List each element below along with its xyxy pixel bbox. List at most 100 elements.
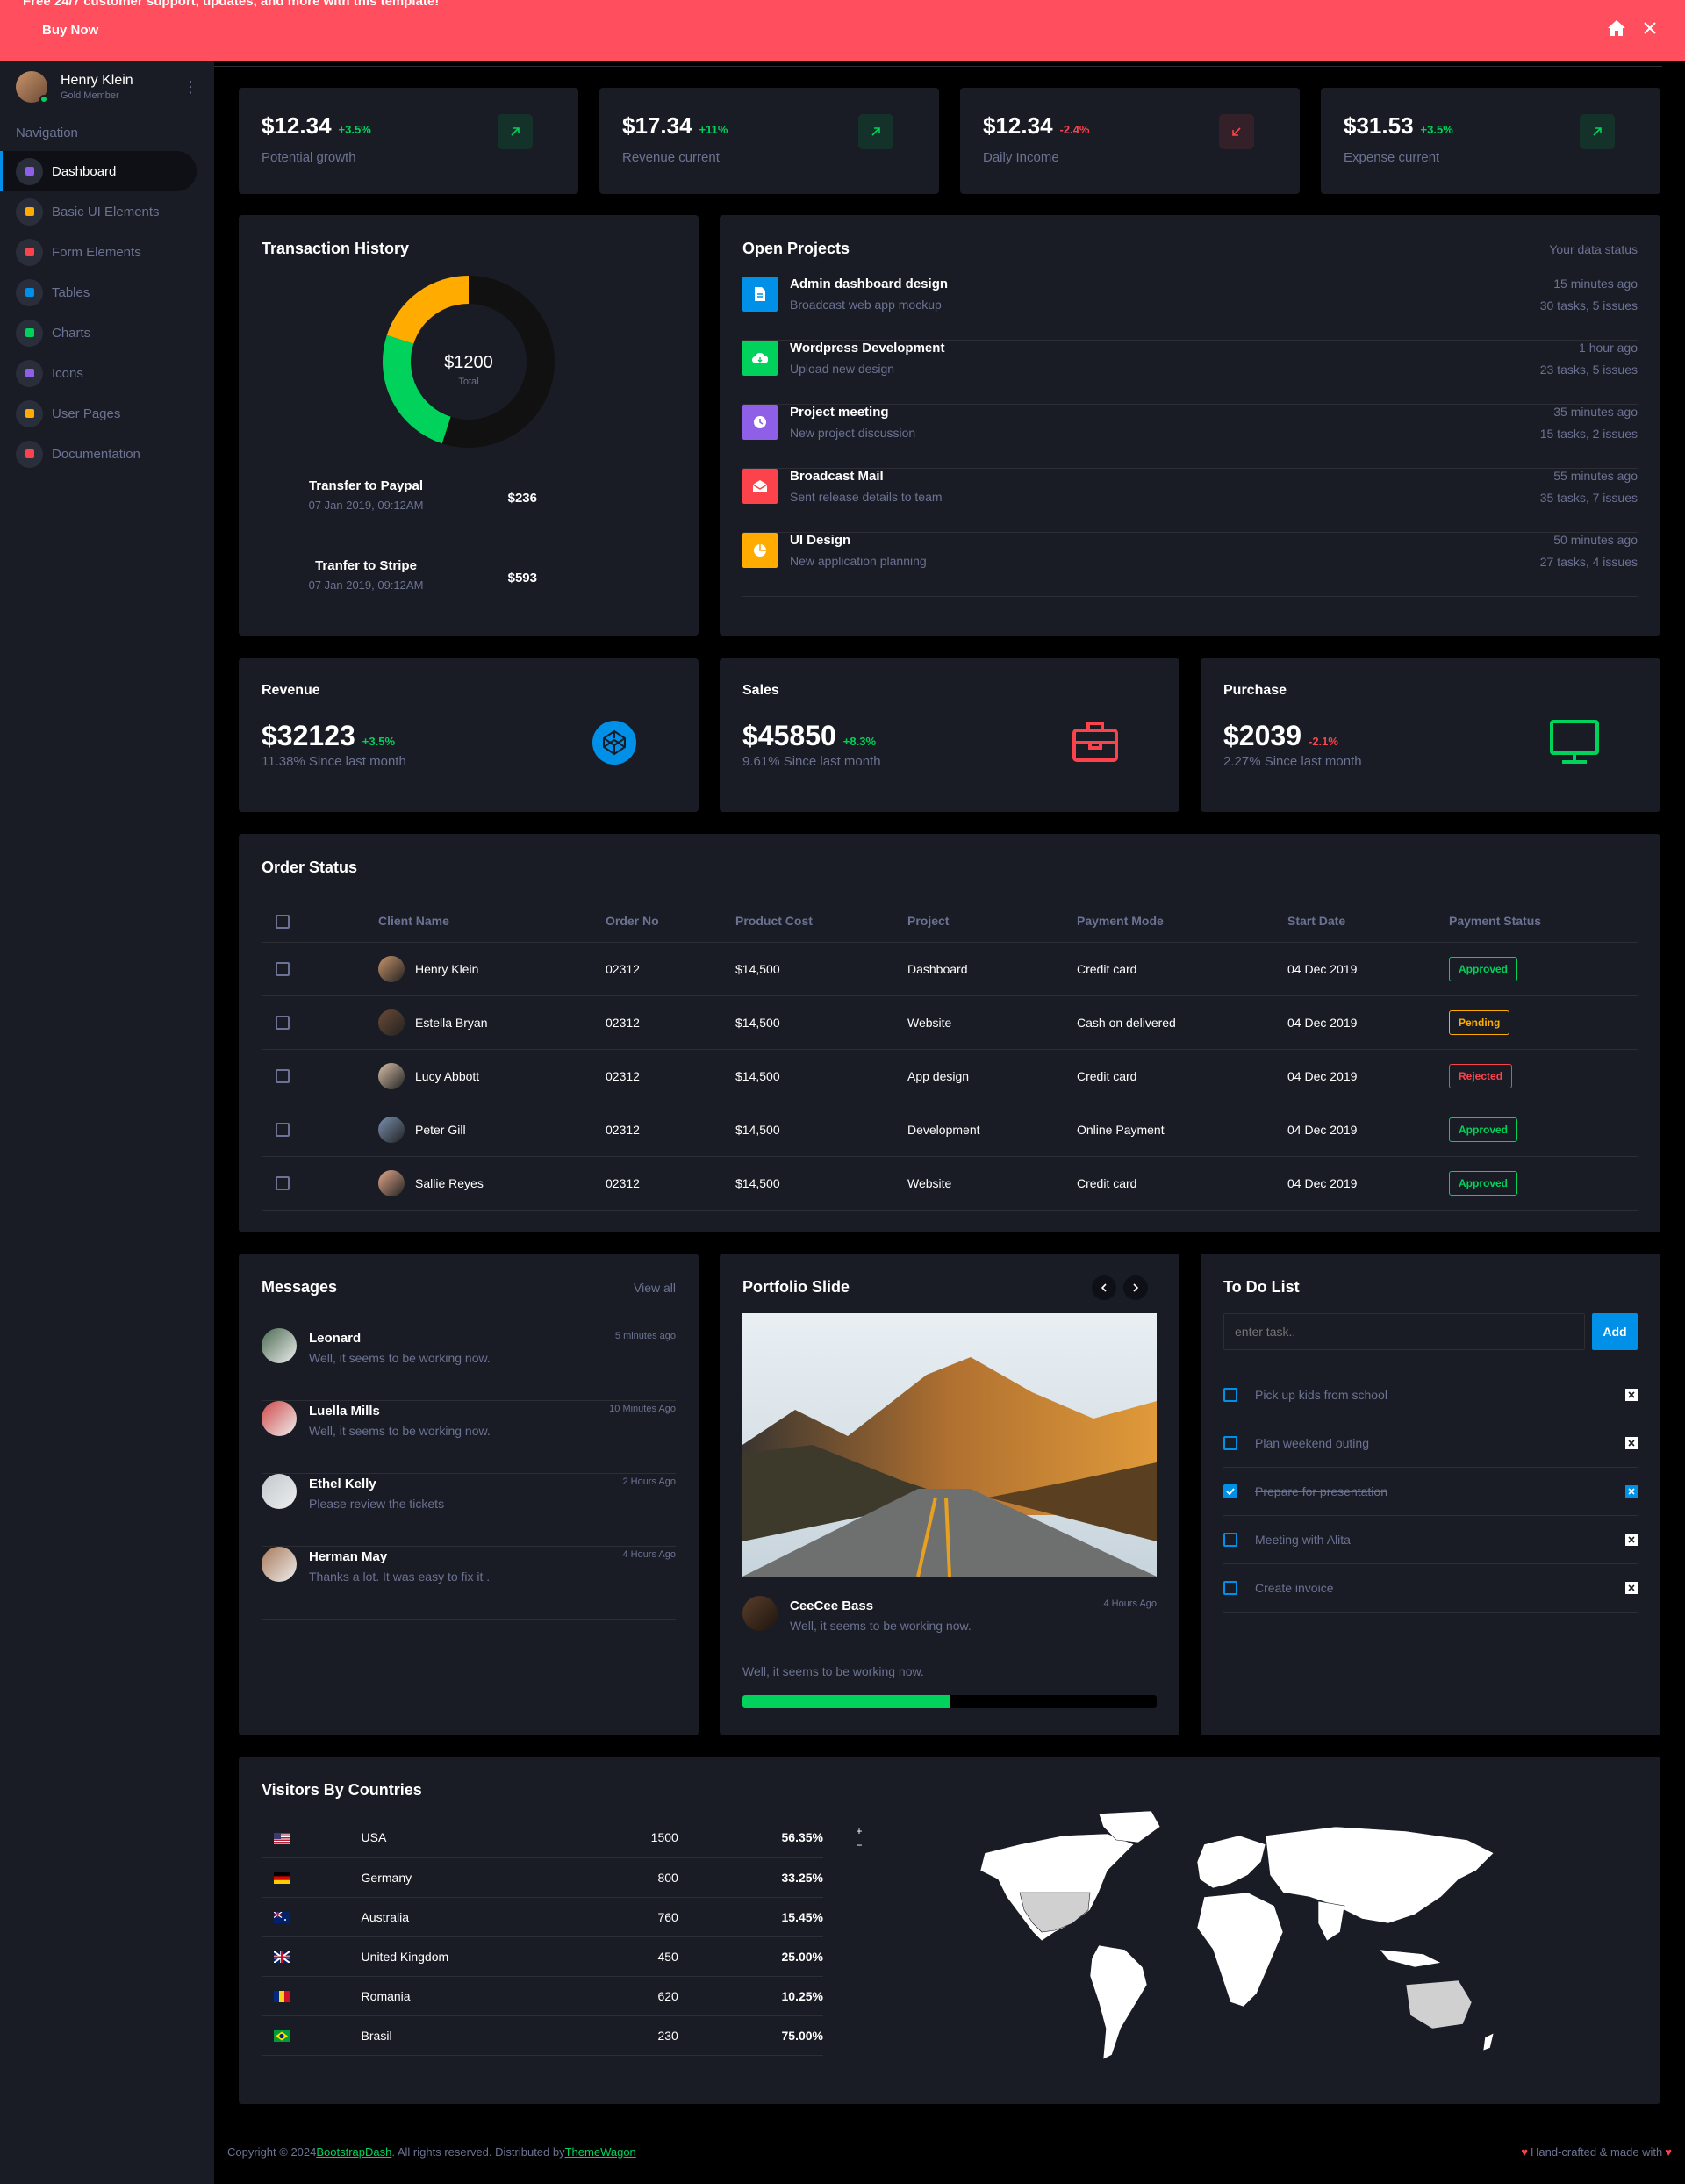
project-item[interactable]: UI Design New application planning 50 min… — [742, 533, 1638, 597]
zoom-out-button[interactable]: − — [853, 1839, 865, 1851]
todo-checkbox[interactable] — [1223, 1580, 1237, 1595]
remove-icon[interactable] — [1625, 1533, 1638, 1546]
message-text: Thanks a lot. It was easy to fix it . — [309, 1570, 491, 1584]
remove-icon[interactable] — [1625, 1581, 1638, 1594]
client-name: Peter Gill — [415, 1122, 466, 1137]
project-item[interactable]: Broadcast Mail Sent release details to te… — [742, 469, 1638, 533]
row-checkbox[interactable] — [276, 1123, 290, 1138]
zoom-in-button[interactable]: + — [853, 1825, 865, 1837]
sidebar-item-label: Charts — [52, 325, 91, 341]
select-all-checkbox[interactable] — [276, 914, 290, 929]
card-title: Purchase — [1223, 683, 1287, 698]
summary-percent: +3.5% — [362, 735, 396, 748]
remove-icon[interactable] — [1625, 1484, 1638, 1498]
project-time: 1 hour ago — [1579, 341, 1638, 355]
project-desc: New project discussion — [790, 426, 916, 440]
map-new-zealand[interactable] — [1482, 2032, 1495, 2051]
card-title: Open Projects — [742, 240, 850, 257]
project-name: Project meeting — [790, 405, 889, 420]
table-row[interactable]: Sallie Reyes 02312 $14,500 Website Credi… — [262, 1156, 1638, 1211]
map-europe[interactable] — [1196, 1835, 1266, 1889]
todo-checkbox[interactable] — [1223, 1484, 1237, 1498]
sidebar-item-icons[interactable]: Icons — [0, 353, 197, 393]
todo-checkbox[interactable] — [1223, 1387, 1237, 1402]
map-australia[interactable] — [1405, 1979, 1473, 2030]
client-name: Sallie Reyes — [415, 1175, 484, 1190]
visitor-percent: 56.35% — [678, 1818, 823, 1858]
sidebar-item-label: Documentation — [52, 446, 140, 462]
todo-label: Plan weekend outing — [1255, 1435, 1369, 1450]
project-item[interactable]: Project meeting New project discussion 35… — [742, 405, 1638, 469]
sidebar-item-user-pages[interactable]: User Pages — [0, 393, 197, 434]
avatar — [378, 1169, 405, 1196]
summary-subtitle: 2.27% Since last month — [1223, 754, 1362, 769]
next-slide-button[interactable] — [1123, 1275, 1148, 1300]
sidebar-item-charts[interactable]: Charts — [0, 313, 197, 353]
avatar — [262, 1474, 297, 1509]
todo-checkbox[interactable] — [1223, 1435, 1237, 1450]
portfolio-caption: Well, it seems to be working now. — [742, 1664, 924, 1678]
column-header: Client Name — [378, 901, 606, 943]
row-checkbox[interactable] — [276, 1176, 290, 1191]
message-item[interactable]: Herman May Thanks a lot. It was easy to f… — [262, 1547, 676, 1620]
message-time: 10 Minutes Ago — [609, 1404, 676, 1414]
summary-value: $32123 — [262, 720, 355, 751]
user-profile[interactable]: Henry Klein Gold Member ⋮ — [0, 61, 214, 113]
themewagon-link[interactable]: ThemeWagon — [565, 2145, 636, 2159]
row-checkbox[interactable] — [276, 962, 290, 977]
visitors-card: Visitors By Countries USA 1500 56.35% Ge… — [239, 1757, 1660, 2104]
map-south-america[interactable] — [1089, 1944, 1148, 2060]
avatar — [16, 71, 48, 104]
todo-checkbox[interactable] — [1223, 1532, 1237, 1547]
visitor-count: 230 — [587, 2015, 678, 2056]
sidebar-item-form-elements[interactable]: Form Elements — [0, 232, 197, 272]
rights-text: . All rights reserved. Distributed by — [391, 2145, 565, 2159]
project-item[interactable]: Wordpress Development Upload new design 1… — [742, 341, 1638, 405]
view-all-link[interactable]: View all — [634, 1281, 676, 1295]
summary-percent: -2.1% — [1308, 735, 1338, 748]
message-item[interactable]: Leonard Well, it seems to be working now.… — [262, 1328, 676, 1401]
visitor-count: 760 — [587, 1897, 678, 1937]
map-india[interactable] — [1317, 1900, 1345, 1942]
row-checkbox[interactable] — [276, 1016, 290, 1031]
visitor-percent: 25.00% — [678, 1936, 823, 1977]
email-open-icon — [742, 469, 778, 504]
todo-label: Create invoice — [1255, 1580, 1334, 1595]
column-header: Payment Status — [1449, 901, 1638, 943]
table-row[interactable]: Peter Gill 02312 $14,500 Development Onl… — [262, 1103, 1638, 1157]
transaction-item: Tranfer to Stripe 07 Jan 2019, 09:12AM $59… — [283, 558, 537, 592]
remove-icon[interactable] — [1625, 1388, 1638, 1401]
order-no: 02312 — [606, 1156, 735, 1211]
flag-au-icon — [274, 1910, 290, 1924]
card-title: Messages — [262, 1278, 338, 1296]
prev-slide-button[interactable] — [1092, 1275, 1116, 1300]
remove-icon[interactable] — [1625, 1436, 1638, 1449]
message-item[interactable]: Ethel Kelly Please review the tickets 2 H… — [262, 1474, 676, 1547]
table-row[interactable]: Estella Bryan 02312 $14,500 Website Cash… — [262, 995, 1638, 1050]
avatar — [262, 1401, 297, 1436]
world-map — [979, 1810, 1495, 2060]
stat-percent: +3.5% — [1420, 123, 1453, 136]
sidebar-item-tables[interactable]: Tables — [0, 272, 197, 313]
map-indonesia[interactable] — [1379, 1949, 1442, 1968]
contacts-icon — [16, 359, 43, 387]
made-with-text: Hand-crafted & made with — [1530, 2145, 1663, 2159]
table-row[interactable]: Henry Klein 02312 $14,500 Dashboard Cred… — [262, 942, 1638, 996]
task-input[interactable] — [1223, 1313, 1585, 1350]
product-cost: $14,500 — [735, 1103, 907, 1157]
map-africa[interactable] — [1196, 1892, 1284, 2008]
project-item[interactable]: Admin dashboard design Broadcast web app … — [742, 277, 1638, 341]
sidebar-item-documentation[interactable]: Documentation — [0, 434, 197, 474]
message-item[interactable]: Luella Mills Well, it seems to be working… — [262, 1401, 676, 1474]
map-asia[interactable] — [1265, 1826, 1495, 1924]
table-row[interactable]: Lucy Abbott 02312 $14,500 App design Cre… — [262, 1049, 1638, 1103]
bootstrapdash-link[interactable]: BootstrapDash — [316, 2145, 391, 2159]
donut-segment[interactable] — [386, 276, 470, 345]
project-name: UI Design — [790, 533, 851, 548]
project: Dashboard — [907, 942, 1077, 996]
row-checkbox[interactable] — [276, 1069, 290, 1084]
sidebar-item-dashboard[interactable]: Dashboard — [0, 151, 197, 191]
add-task-button[interactable]: Add — [1592, 1313, 1638, 1350]
sidebar-item-basic-ui-elements[interactable]: Basic UI Elements — [0, 191, 197, 232]
more-vertical-icon[interactable]: ⋮ — [183, 78, 198, 97]
